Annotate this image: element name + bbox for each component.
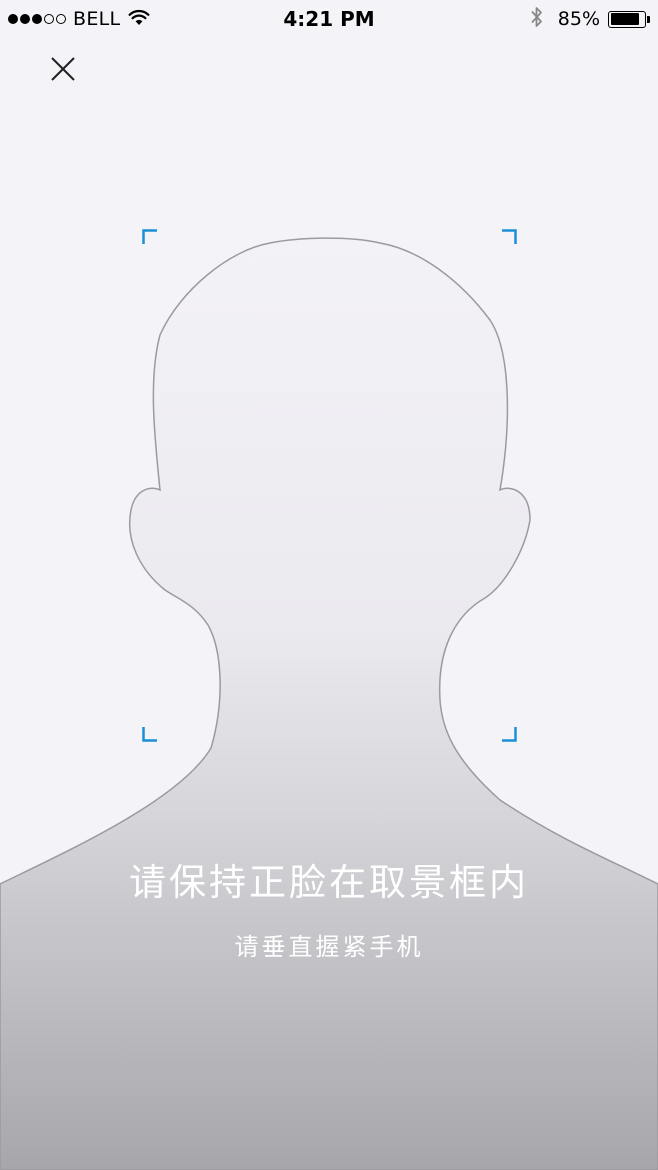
prompt-title: 请保持正脸在取景框内 [129, 861, 529, 904]
frame-corner-top-left [142, 229, 157, 244]
frame-corner-bottom-right [502, 727, 517, 742]
frame-corner-top-right [502, 229, 517, 244]
prompt-subtitle: 请垂直握紧手机 [234, 933, 424, 961]
face-silhouette-guide [0, 237, 658, 1170]
frame-corner-bottom-left [142, 727, 157, 742]
silhouette-shape [0, 237, 658, 1170]
